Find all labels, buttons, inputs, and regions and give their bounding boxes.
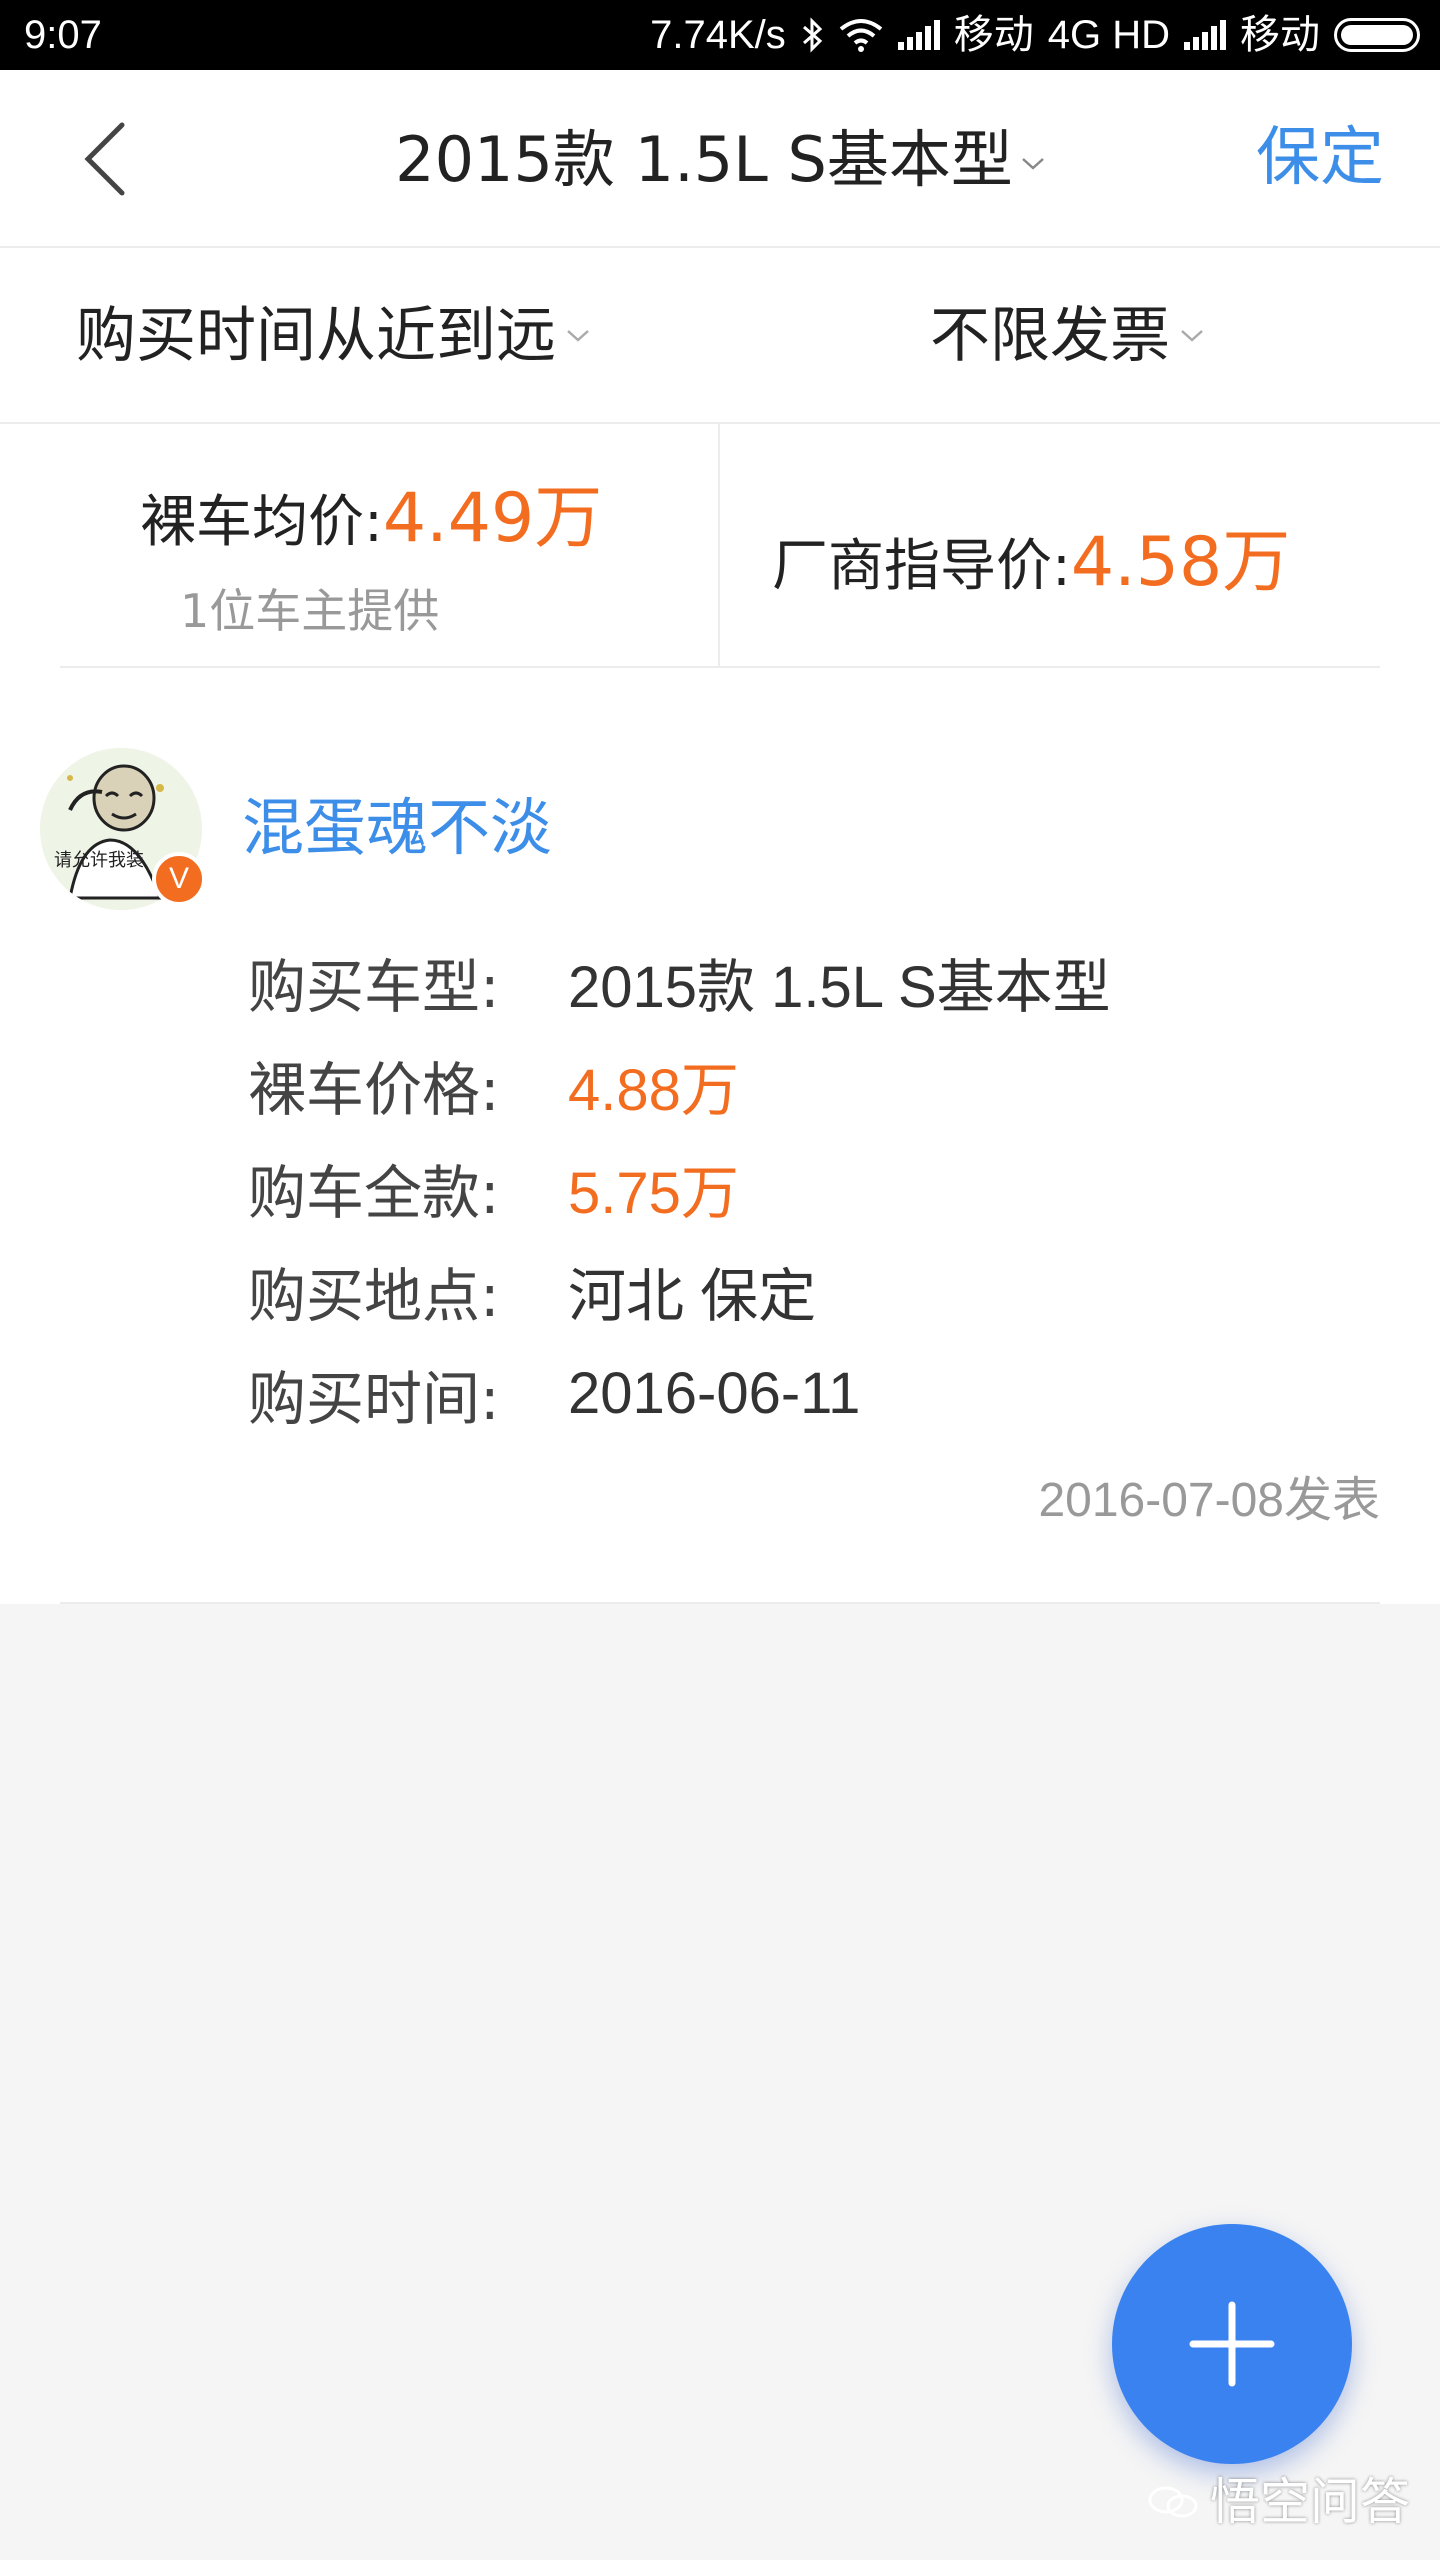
invoice-filter-label: 不限发票 <box>930 301 1170 371</box>
battery-icon <box>1334 18 1420 52</box>
guide-price-label: 厂商指导价: <box>772 534 1071 599</box>
plus-icon <box>1189 2301 1275 2387</box>
model-selector[interactable]: 2015款 1.5L S基本型 <box>0 124 1440 196</box>
detail-row: 裸车价格: 4.88万 <box>248 1033 1111 1136</box>
detail-value: 4.88万 <box>568 1057 739 1123</box>
network-speed: 7.74K/s <box>650 13 786 57</box>
sort-filter-label: 购买时间从近到远 <box>76 301 556 371</box>
purchase-details: 购买车型: 2015款 1.5L S基本型 裸车价格: 4.88万 购车全款: … <box>248 930 1111 1445</box>
sort-filter[interactable]: 购买时间从近到远 <box>76 300 590 372</box>
page-title: 2015款 1.5L S基本型 <box>395 123 1013 196</box>
carrier-1: 移动 <box>953 13 1034 57</box>
average-price-label: 裸车均价: <box>140 490 383 555</box>
speech-bubble-icon <box>1148 2486 1198 2518</box>
detail-label: 购车全款: <box>248 1158 500 1227</box>
watermark-text: 悟空问答 <box>1210 2473 1410 2531</box>
detail-value: 河北 保定 <box>568 1263 817 1329</box>
status-indicators: 7.74K/s 移动 4G HD 移动 <box>650 10 1420 60</box>
price-summary: 裸车均价: 4.49万 1位车主提供 厂商指导价: 4.58万 <box>0 424 1440 668</box>
network-type: 4G HD <box>1047 13 1170 57</box>
verified-badge: V <box>152 852 206 906</box>
chevron-down-icon <box>1022 157 1044 170</box>
post-date: 2016-07-08发表 <box>1038 1474 1380 1527</box>
wifi-icon <box>839 19 882 52</box>
chevron-down-icon <box>1181 330 1203 342</box>
detail-row: 购买地点: 河北 保定 <box>248 1239 1111 1342</box>
signal-icon <box>897 20 940 50</box>
detail-value: 5.75万 <box>568 1160 739 1226</box>
status-time: 9:07 <box>24 13 102 57</box>
city-button[interactable]: 保定 <box>1256 120 1384 196</box>
detail-row: 购买时间: 2016-06-11 <box>248 1342 1111 1445</box>
detail-label: 购买时间: <box>248 1364 500 1433</box>
chevron-down-icon <box>567 330 589 342</box>
detail-row: 购买车型: 2015款 1.5L S基本型 <box>248 930 1111 1033</box>
username[interactable]: 混蛋魂不淡 <box>242 790 552 866</box>
filter-bar: 购买时间从近到远 不限发票 <box>0 248 1440 424</box>
detail-row: 购车全款: 5.75万 <box>248 1136 1111 1239</box>
guide-price-value: 4.58万 <box>1070 523 1291 602</box>
detail-value: 2016-06-11 <box>568 1361 861 1426</box>
carrier-2: 移动 <box>1240 13 1320 57</box>
owner-review-card[interactable]: 请允许我装 V 混蛋魂不淡 购买车型: 2015款 1.5L S基本型 裸车价格… <box>0 668 1440 1604</box>
signal-icon-2 <box>1184 20 1226 50</box>
nav-bar: 2015款 1.5L S基本型 保定 <box>0 70 1440 248</box>
detail-label: 裸车价格: <box>248 1055 500 1124</box>
status-bar: 9:07 7.74K/s 移动 4G HD 移动 <box>0 0 1440 70</box>
detail-value: 2015款 1.5L S基本型 <box>568 954 1111 1020</box>
owner-count: 1位车主提供 <box>180 584 440 638</box>
add-review-button[interactable] <box>1112 2224 1352 2464</box>
average-price-value: 4.49万 <box>382 479 603 558</box>
watermark: 悟空问答 <box>1146 2472 1410 2532</box>
bluetooth-icon <box>802 17 822 53</box>
guide-price-block: 厂商指导价: 4.58万 <box>772 506 1290 605</box>
detail-label: 购买车型: <box>248 952 500 1021</box>
invoice-filter[interactable]: 不限发票 <box>930 300 1204 372</box>
divider <box>60 1602 1380 1604</box>
divider <box>718 424 720 668</box>
average-price-block: 裸车均价: 4.49万 1位车主提供 <box>140 462 602 641</box>
detail-label: 购买地点: <box>248 1261 500 1330</box>
avatar-caption: 请允许我装 <box>54 850 144 871</box>
